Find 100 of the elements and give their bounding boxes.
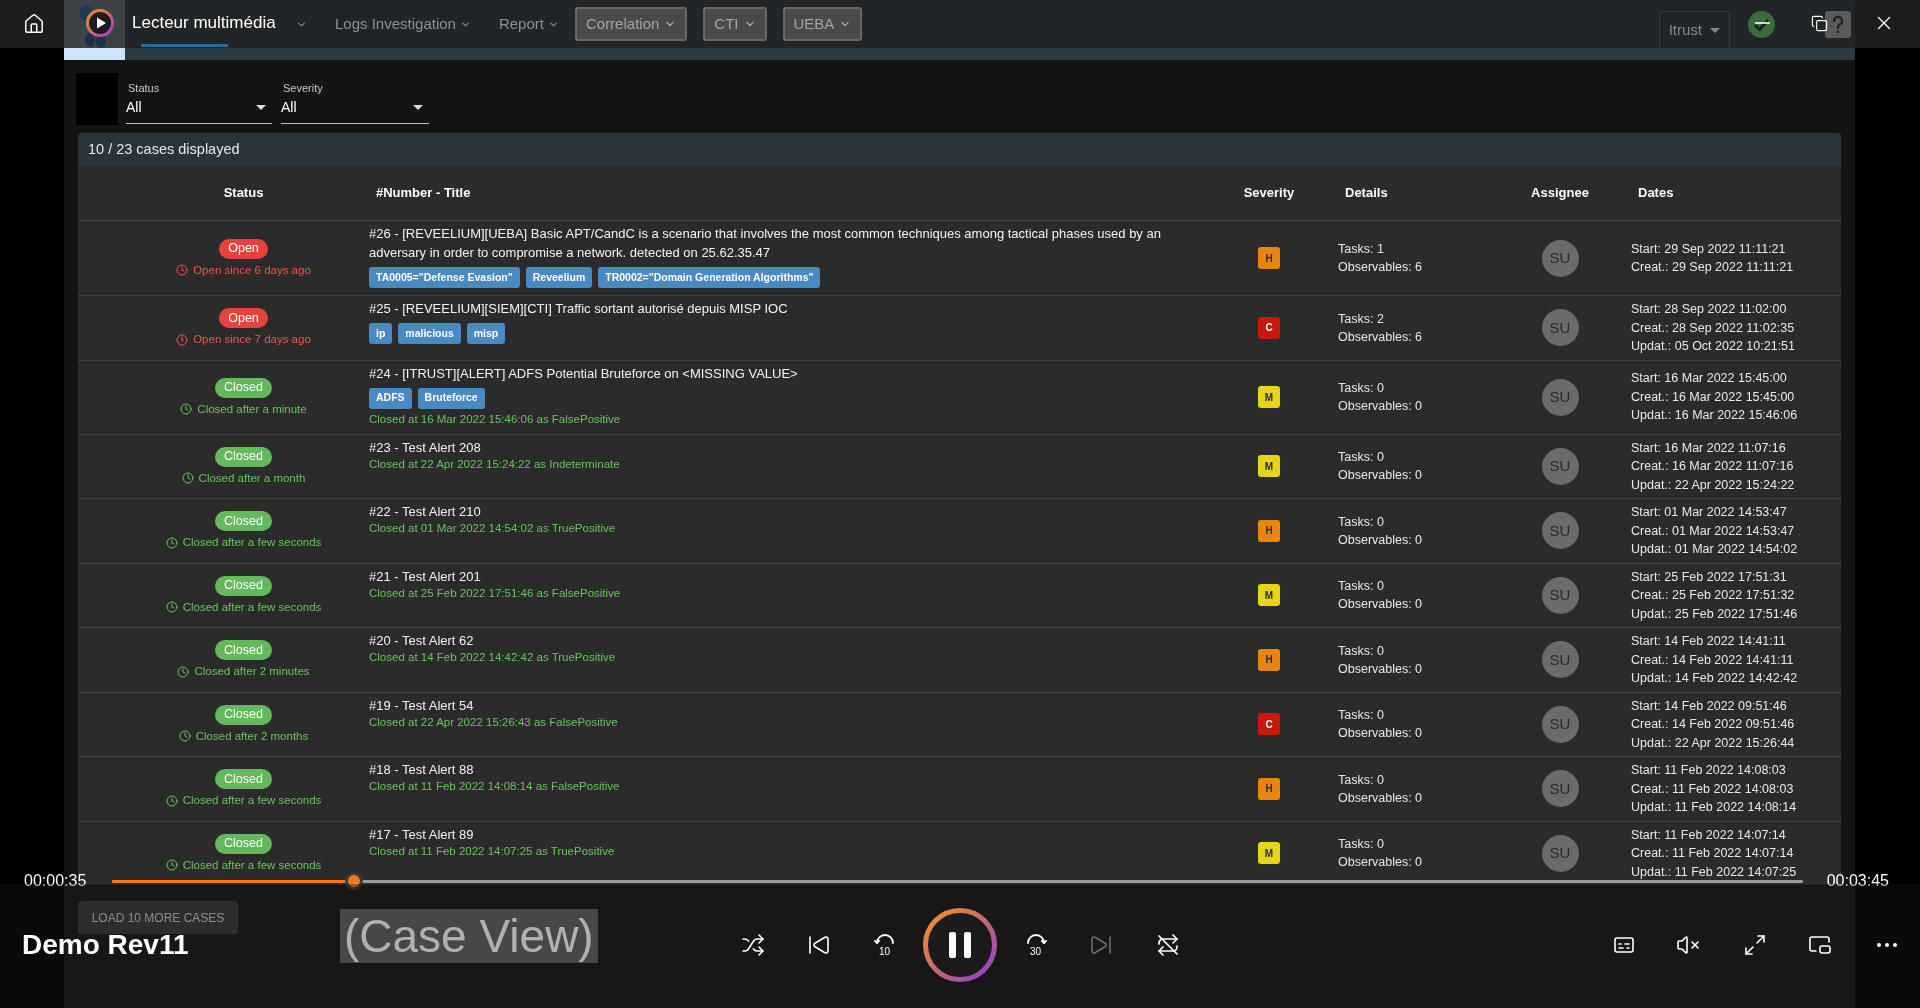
nav-menu-button[interactable]: UEBA xyxy=(782,7,863,41)
check-circle-icon[interactable] xyxy=(1748,10,1775,38)
severity-badge: C xyxy=(1258,713,1280,736)
case-title[interactable]: #22 - Test Alert 210 xyxy=(369,502,481,521)
case-detail: Observables: 0 xyxy=(1338,531,1424,549)
assignee-avatar: SU xyxy=(1541,705,1579,743)
case-detail: Tasks: 0 xyxy=(1338,449,1385,467)
case-detail: Observables: 0 xyxy=(1338,596,1424,614)
logo-tile-highlight xyxy=(64,48,125,60)
case-detail: Observables: 0 xyxy=(1338,789,1424,807)
replay-button[interactable]: 10 xyxy=(862,923,907,967)
severity-badge: C xyxy=(1258,316,1280,339)
status-badge: Closed xyxy=(215,446,272,467)
clock-icon xyxy=(180,403,193,415)
tag-label: malicious xyxy=(398,323,461,344)
case-date: Creat.: 14 Feb 2022 14:41:11 xyxy=(1631,651,1795,669)
nav-link[interactable]: Logs Investigation xyxy=(335,0,471,48)
filter-label: Severity xyxy=(282,82,324,95)
clock-icon xyxy=(176,333,189,346)
tag-label: ip xyxy=(369,323,393,344)
tag-label: Bruteforce xyxy=(417,387,485,409)
column-header: #Number - Title xyxy=(376,184,471,203)
restore-icon xyxy=(1810,14,1828,32)
case-date: Creat.: 16 Mar 2022 11:07:16 xyxy=(1631,458,1795,475)
status-badge: Closed xyxy=(215,575,272,596)
case-detail: Observables: 6 xyxy=(1338,259,1424,276)
column-header: Assignee xyxy=(1531,184,1589,203)
assignee-avatar: SU xyxy=(1541,239,1579,277)
case-detail: Observables: 0 xyxy=(1338,854,1424,872)
severity-badge: H xyxy=(1258,777,1280,800)
pause-button[interactable] xyxy=(922,908,997,982)
case-date: Updat.: 11 Feb 2022 14:08:14 xyxy=(1631,799,1798,816)
forward-button[interactable]: 30 xyxy=(1013,923,1058,967)
filter-label: Status xyxy=(127,82,161,95)
mini-player-icon xyxy=(1808,933,1832,957)
severity-badge: M xyxy=(1258,584,1280,607)
case-resolution: Closed at 22 Apr 2022 15:24:22 as Indeterminate xyxy=(369,456,620,472)
clock-icon xyxy=(165,859,178,872)
assignee-avatar: SU xyxy=(1541,576,1579,614)
clock-icon xyxy=(177,665,190,678)
case-date: Updat.: 01 Mar 2022 14:54:02 xyxy=(1631,541,1799,558)
load-more-button[interactable]: LOAD 10 MORE CASES xyxy=(78,901,238,934)
case-date: Start: 14 Feb 2022 09:51:46 xyxy=(1631,697,1788,715)
case-title[interactable]: #23 - Test Alert 208 xyxy=(369,437,481,457)
case-date: Start: 11 Feb 2022 14:08:03 xyxy=(1631,762,1787,779)
video-caption: (Case View) xyxy=(340,909,598,963)
nav-link[interactable]: Report xyxy=(498,0,559,48)
tag-label: Reveelium xyxy=(525,267,593,288)
home-icon xyxy=(23,13,45,35)
column-header: Severity xyxy=(1243,184,1295,203)
nav-menu-button[interactable]: Correlation xyxy=(574,7,688,41)
status-duration: Closed after 2 months xyxy=(195,728,309,744)
case-detail: Observables: 0 xyxy=(1338,467,1424,485)
case-date: Creat.: 16 Mar 2022 15:45:00 xyxy=(1631,388,1796,406)
case-title[interactable]: #21 - Test Alert 201 xyxy=(369,566,481,586)
column-header: Details xyxy=(1345,184,1388,203)
filter-dropdown[interactable]: All xyxy=(126,95,272,124)
case-resolution: Closed at 14 Feb 2022 14:42:42 as TruePositive xyxy=(369,650,616,665)
caret-icon xyxy=(256,105,266,110)
case-date: Updat.: 16 Mar 2022 15:46:06 xyxy=(1631,407,1799,425)
nav-menu-button[interactable]: CTI xyxy=(703,7,767,41)
tag-label: TR0002="Domain Generation Algorithms" xyxy=(598,267,821,288)
case-detail: Tasks: 0 xyxy=(1338,642,1385,660)
case-detail: Tasks: 2 xyxy=(1338,310,1385,328)
status-badge: Closed xyxy=(215,511,272,532)
window-title: Lecteur multimédia xyxy=(132,12,276,35)
case-title[interactable]: #19 - Test Alert 54 xyxy=(369,695,474,715)
case-title[interactable]: #20 - Test Alert 62 xyxy=(369,631,474,650)
case-date: Creat.: 29 Sep 2022 11:11:21 xyxy=(1631,259,1795,276)
status-badge: Open xyxy=(219,238,268,259)
column-header: Dates xyxy=(1638,184,1674,203)
case-resolution: Closed at 11 Feb 2022 14:08:14 as FalsePositive xyxy=(369,779,620,794)
status-badge: Closed xyxy=(215,833,272,854)
duration-time: 00:03:45 xyxy=(1826,872,1889,890)
case-title[interactable]: #18 - Test Alert 88 xyxy=(369,760,474,779)
case-date: Start: 25 Feb 2022 17:51:31 xyxy=(1631,568,1788,586)
case-title[interactable]: #25 - [REVEELIUM][SIEM][CTI] Traffic sortant autorisé depuis MISP IOC xyxy=(369,299,788,318)
rotate-right-icon xyxy=(1024,933,1047,945)
caret-icon xyxy=(1710,27,1720,33)
clock-icon xyxy=(178,730,191,743)
case-date: Updat.: 05 Oct 2022 10:21:51 xyxy=(1631,338,1796,355)
case-detail: Observables: 0 xyxy=(1338,398,1424,415)
case-date: Creat.: 14 Feb 2022 09:51:46 xyxy=(1631,716,1796,733)
case-title[interactable]: #17 - Test Alert 89 xyxy=(369,824,474,844)
case-detail: Tasks: 0 xyxy=(1338,836,1385,854)
case-date: Start: 16 Mar 2022 11:07:16 xyxy=(1631,439,1787,457)
case-title[interactable]: #26 - [REVEELIUM][UEBA] Basic APT/CandC is a scenario that involves the most common techniques among tactical phases used by an adversary in order to compromise a network. detected on 25.62.35.47 xyxy=(369,224,1207,262)
case-title[interactable]: #24 - [ITRUST][ALERT] ADFS Potential Bruteforce on <MISSING VALUE> xyxy=(369,363,798,383)
case-detail: Tasks: 0 xyxy=(1338,578,1385,596)
caret-icon xyxy=(413,105,423,110)
case-date: Updat.: 22 Apr 2022 15:26:44 xyxy=(1631,734,1796,752)
case-detail: Tasks: 0 xyxy=(1338,380,1385,397)
filter-dropdown[interactable]: All xyxy=(281,95,429,124)
status-duration: Open since 6 days ago xyxy=(193,262,311,278)
elapsed-time: 00:00:35 xyxy=(24,872,87,890)
case-date: Start: 01 Mar 2022 14:53:47 xyxy=(1631,504,1788,521)
rotate-left-icon xyxy=(873,933,896,945)
help-icon[interactable] xyxy=(1825,10,1851,38)
case-date: Start: 11 Feb 2022 14:07:14 xyxy=(1631,826,1787,844)
case-date: Creat.: 11 Feb 2022 14:08:03 xyxy=(1631,780,1795,798)
